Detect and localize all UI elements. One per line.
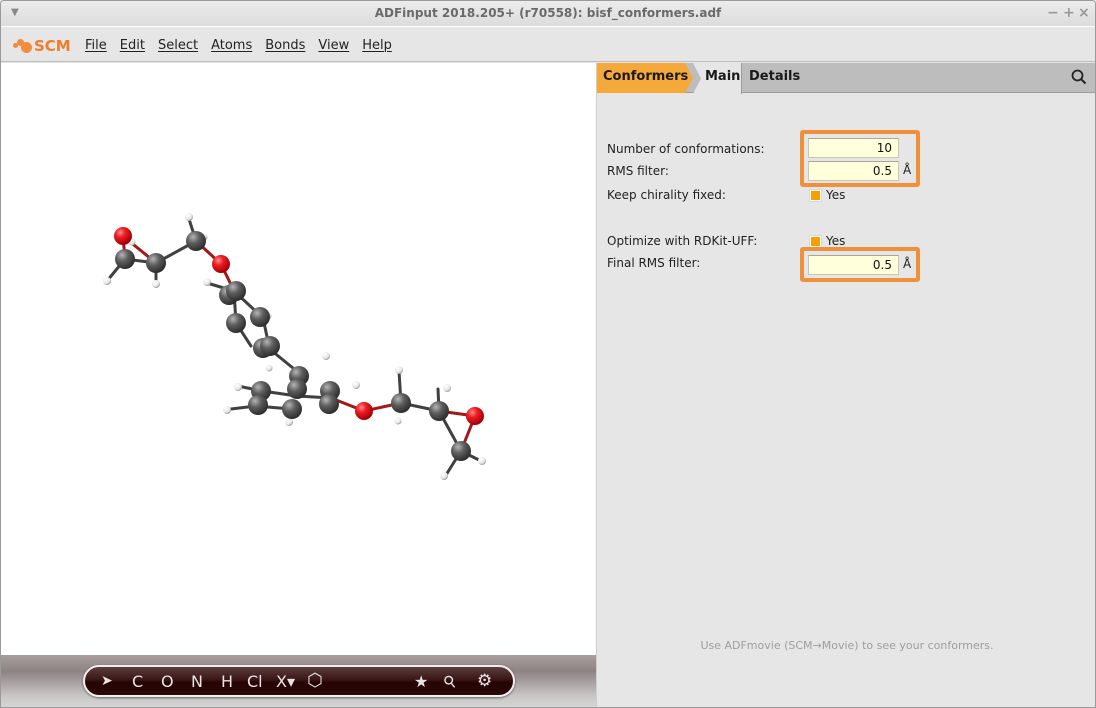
scm-logo[interactable]: SCM	[13, 37, 71, 55]
menu-edit[interactable]: Edit	[120, 38, 145, 53]
optimize-rdkit-option[interactable]: Yes	[826, 234, 845, 248]
final-rms-filter-unit: Å	[903, 257, 912, 271]
tab-conformers[interactable]: Conformers	[597, 63, 693, 93]
ring-tool[interactable]: ⬡	[307, 670, 323, 691]
rms-filter-label: RMS filter:	[607, 164, 669, 178]
minimize-button[interactable]: −	[1047, 5, 1059, 21]
keep-chirality-option[interactable]: Yes	[826, 188, 845, 202]
scm-logo-icon	[13, 38, 33, 54]
maximize-button[interactable]: +	[1063, 5, 1075, 21]
search-tool-icon[interactable]: ⚲	[439, 670, 460, 692]
title-bar: ▼ ADFinput 2018.205+ (r70558): bisf_conf…	[1, 1, 1095, 27]
hydrogen-tool[interactable]: H	[221, 672, 233, 691]
menu-view[interactable]: View	[318, 38, 349, 53]
properties-panel: Conformers Main Details Number of confor…	[596, 63, 1095, 707]
menu-atoms[interactable]: Atoms	[211, 38, 252, 53]
num-conformations-label: Number of conformations:	[607, 142, 765, 156]
star-icon[interactable]: ★	[414, 672, 428, 691]
nitrogen-tool[interactable]: N	[191, 672, 203, 691]
gear-icon[interactable]: ⚙	[477, 671, 492, 691]
final-rms-filter-input[interactable]: 0.5	[808, 255, 899, 275]
molecule-viewer[interactable]	[1, 63, 596, 655]
scm-logo-text: SCM	[34, 37, 71, 55]
menu-file[interactable]: File	[85, 38, 107, 53]
optimize-rdkit-label: Optimize with RDKit-UFF:	[607, 234, 758, 248]
other-element-tool[interactable]: X▾	[276, 672, 295, 691]
oxygen-tool[interactable]: O	[161, 672, 174, 691]
window-title: ADFinput 2018.205+ (r70558): bisf_confor…	[374, 6, 722, 20]
keep-chirality-label: Keep chirality fixed:	[607, 188, 726, 202]
menu-bar: SCM File Edit Select Atoms Bonds View He…	[1, 28, 1095, 62]
adfmovie-hint: Use ADFmovie (SCM→Movie) to see your con…	[700, 639, 994, 652]
atoms-hydrogen	[103, 213, 486, 480]
panel-tab-bar: Conformers Main Details	[597, 63, 1095, 94]
menu-help[interactable]: Help	[362, 38, 392, 53]
molecule-canvas[interactable]	[1, 63, 596, 655]
editing-toolbar-area: ➤ C O N H Cl X▾ ⬡ ★ ⚲ ⚙	[1, 655, 596, 707]
keep-chirality-checkbox[interactable]	[810, 190, 821, 201]
search-icon[interactable]	[1071, 69, 1087, 85]
atom-toolbar: ➤ C O N H Cl X▾ ⬡ ★ ⚲ ⚙	[83, 665, 515, 697]
final-rms-filter-label: Final RMS filter:	[607, 256, 701, 270]
app-window: ▼ ADFinput 2018.205+ (r70558): bisf_conf…	[0, 0, 1096, 708]
menu-bonds[interactable]: Bonds	[265, 38, 305, 53]
atoms-carbon	[115, 231, 471, 461]
rms-filter-unit: Å	[903, 163, 912, 177]
optimize-rdkit-checkbox[interactable]	[810, 236, 821, 247]
tab-main[interactable]: Main	[693, 63, 742, 94]
rms-filter-input[interactable]: 0.5	[808, 161, 899, 181]
carbon-tool[interactable]: C	[132, 672, 143, 691]
select-arrow-tool[interactable]: ➤	[101, 673, 113, 689]
tab-details[interactable]: Details	[749, 63, 800, 91]
chlorine-tool[interactable]: Cl	[247, 672, 263, 691]
num-conformations-input[interactable]: 10	[808, 138, 899, 158]
menu-select[interactable]: Select	[158, 38, 198, 53]
close-button[interactable]: ×	[1078, 5, 1090, 21]
